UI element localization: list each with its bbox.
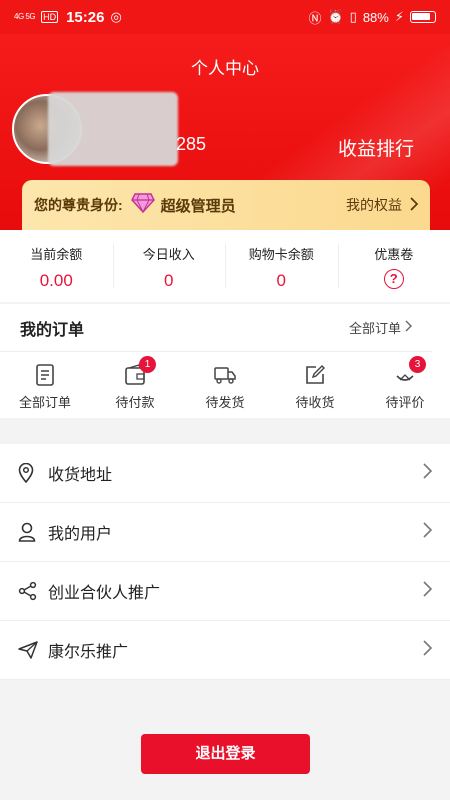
stat-title: 当前余额 xyxy=(30,247,83,262)
earnings-rank-link[interactable]: 收益排行 xyxy=(338,134,414,161)
alarm-icon: ⏰ xyxy=(327,9,344,24)
vip-level: 超级管理员 xyxy=(160,197,236,215)
menu-item-partner-promo[interactable]: 创业合伙人推广 xyxy=(0,562,450,621)
all-orders-label: 全部订单 xyxy=(348,321,401,336)
user-id: 285 xyxy=(176,134,207,154)
order-count-badge: 1 xyxy=(139,356,156,373)
stat-today-income[interactable]: 今日收入 0 xyxy=(112,230,226,302)
stats-row: 当前余额 0.00 今日收入 0 购物卡余额 0 优惠卷 ? xyxy=(0,230,450,302)
vibrate-icon: ▯ xyxy=(349,9,357,24)
share-icon xyxy=(18,581,48,601)
diamond-icon xyxy=(130,192,155,218)
order-tab-pending-payment[interactable]: 1 待付款 xyxy=(90,352,180,416)
profile-header: 个人中心 285 收益排行 您的尊贵身份: 超级管理员 我的权益 xyxy=(0,34,450,230)
app-notification-icon: ◎ xyxy=(110,9,122,24)
chevron-right-icon xyxy=(423,580,433,602)
nfc-icon: Ⓝ xyxy=(308,10,322,26)
order-tab-label: 待评价 xyxy=(385,395,425,410)
order-tab-all[interactable]: 全部订单 xyxy=(0,352,90,416)
network-indicator: 4G 5G xyxy=(14,12,36,21)
send-icon xyxy=(18,641,48,659)
stat-value: 0 xyxy=(164,271,174,290)
orders-section: 我的订单 全部订单 全部订单 1 待付款 待发货 待收货 3 待评价 xyxy=(0,304,450,418)
page-title: 个人中心 xyxy=(191,59,259,78)
order-list-icon xyxy=(0,362,90,388)
clock: 15:26 xyxy=(66,8,105,26)
my-benefits-link[interactable]: 我的权益 xyxy=(346,195,419,215)
menu-item-label: 我的用户 xyxy=(48,526,113,543)
all-orders-link[interactable]: 全部订单 xyxy=(349,318,412,337)
stat-coupons[interactable]: 优惠卷 ? xyxy=(337,230,450,302)
chevron-right-icon xyxy=(423,521,433,543)
menu-item-address[interactable]: 收货地址 xyxy=(0,444,450,503)
orders-header: 我的订单 全部订单 xyxy=(0,304,432,352)
menu-item-label: 收货地址 xyxy=(48,467,113,484)
order-count-badge: 3 xyxy=(409,356,426,373)
menu-item-kangerle-promo[interactable]: 康尔乐推广 xyxy=(0,621,450,680)
stat-balance[interactable]: 当前余额 0.00 xyxy=(0,230,113,302)
order-tab-label: 待发货 xyxy=(205,395,245,410)
hd-indicator: HD xyxy=(41,11,59,23)
menu-item-my-users[interactable]: 我的用户 xyxy=(0,503,450,562)
chevron-right-icon xyxy=(410,196,419,214)
stat-card-balance[interactable]: 购物卡余额 0 xyxy=(225,230,338,302)
order-tab-label: 待付款 xyxy=(115,395,155,410)
chevron-right-icon xyxy=(423,639,433,661)
vip-bar[interactable]: 您的尊贵身份: 超级管理员 我的权益 xyxy=(22,180,430,230)
menu-item-label: 创业合伙人推广 xyxy=(48,585,161,602)
review-icon xyxy=(360,362,450,388)
benefits-label: 我的权益 xyxy=(346,197,402,213)
wallet-icon xyxy=(90,362,180,388)
battery-percent: 88% xyxy=(362,9,389,25)
order-tab-pending-receipt[interactable]: 待收货 xyxy=(270,352,360,416)
vip-label: 您的尊贵身份: xyxy=(34,197,123,213)
chevron-right-icon xyxy=(423,462,433,484)
blurred-username xyxy=(48,92,178,166)
stat-value: 0 xyxy=(276,271,286,290)
chevron-right-icon xyxy=(405,320,412,335)
edit-box-icon xyxy=(270,362,360,388)
stat-title: 优惠卷 xyxy=(374,247,414,262)
battery-icon xyxy=(410,11,436,23)
logout-button[interactable]: 退出登录 xyxy=(141,734,310,774)
orders-title: 我的订单 xyxy=(20,321,85,339)
settings-menu: 收货地址 我的用户 创业合伙人推广 康尔乐推广 xyxy=(0,444,450,680)
menu-item-label: 康尔乐推广 xyxy=(48,644,129,661)
order-tab-pending-shipment[interactable]: 待发货 xyxy=(180,352,270,416)
order-tab-pending-review[interactable]: 3 待评价 xyxy=(360,352,450,416)
truck-icon xyxy=(180,362,270,388)
status-bar: 4G 5G HD 15:26 ◎ Ⓝ ⏰ ▯ 88% ⚡ xyxy=(0,0,450,34)
order-tab-label: 全部订单 xyxy=(18,395,71,410)
question-icon: ? xyxy=(383,269,404,289)
user-icon xyxy=(18,522,48,542)
stat-value: 0.00 xyxy=(39,271,73,290)
stat-title: 购物卡余额 xyxy=(248,247,314,262)
location-pin-icon xyxy=(18,463,48,483)
stat-title: 今日收入 xyxy=(142,247,195,262)
charging-icon: ⚡ xyxy=(394,9,404,24)
order-tab-label: 待收货 xyxy=(295,395,335,410)
